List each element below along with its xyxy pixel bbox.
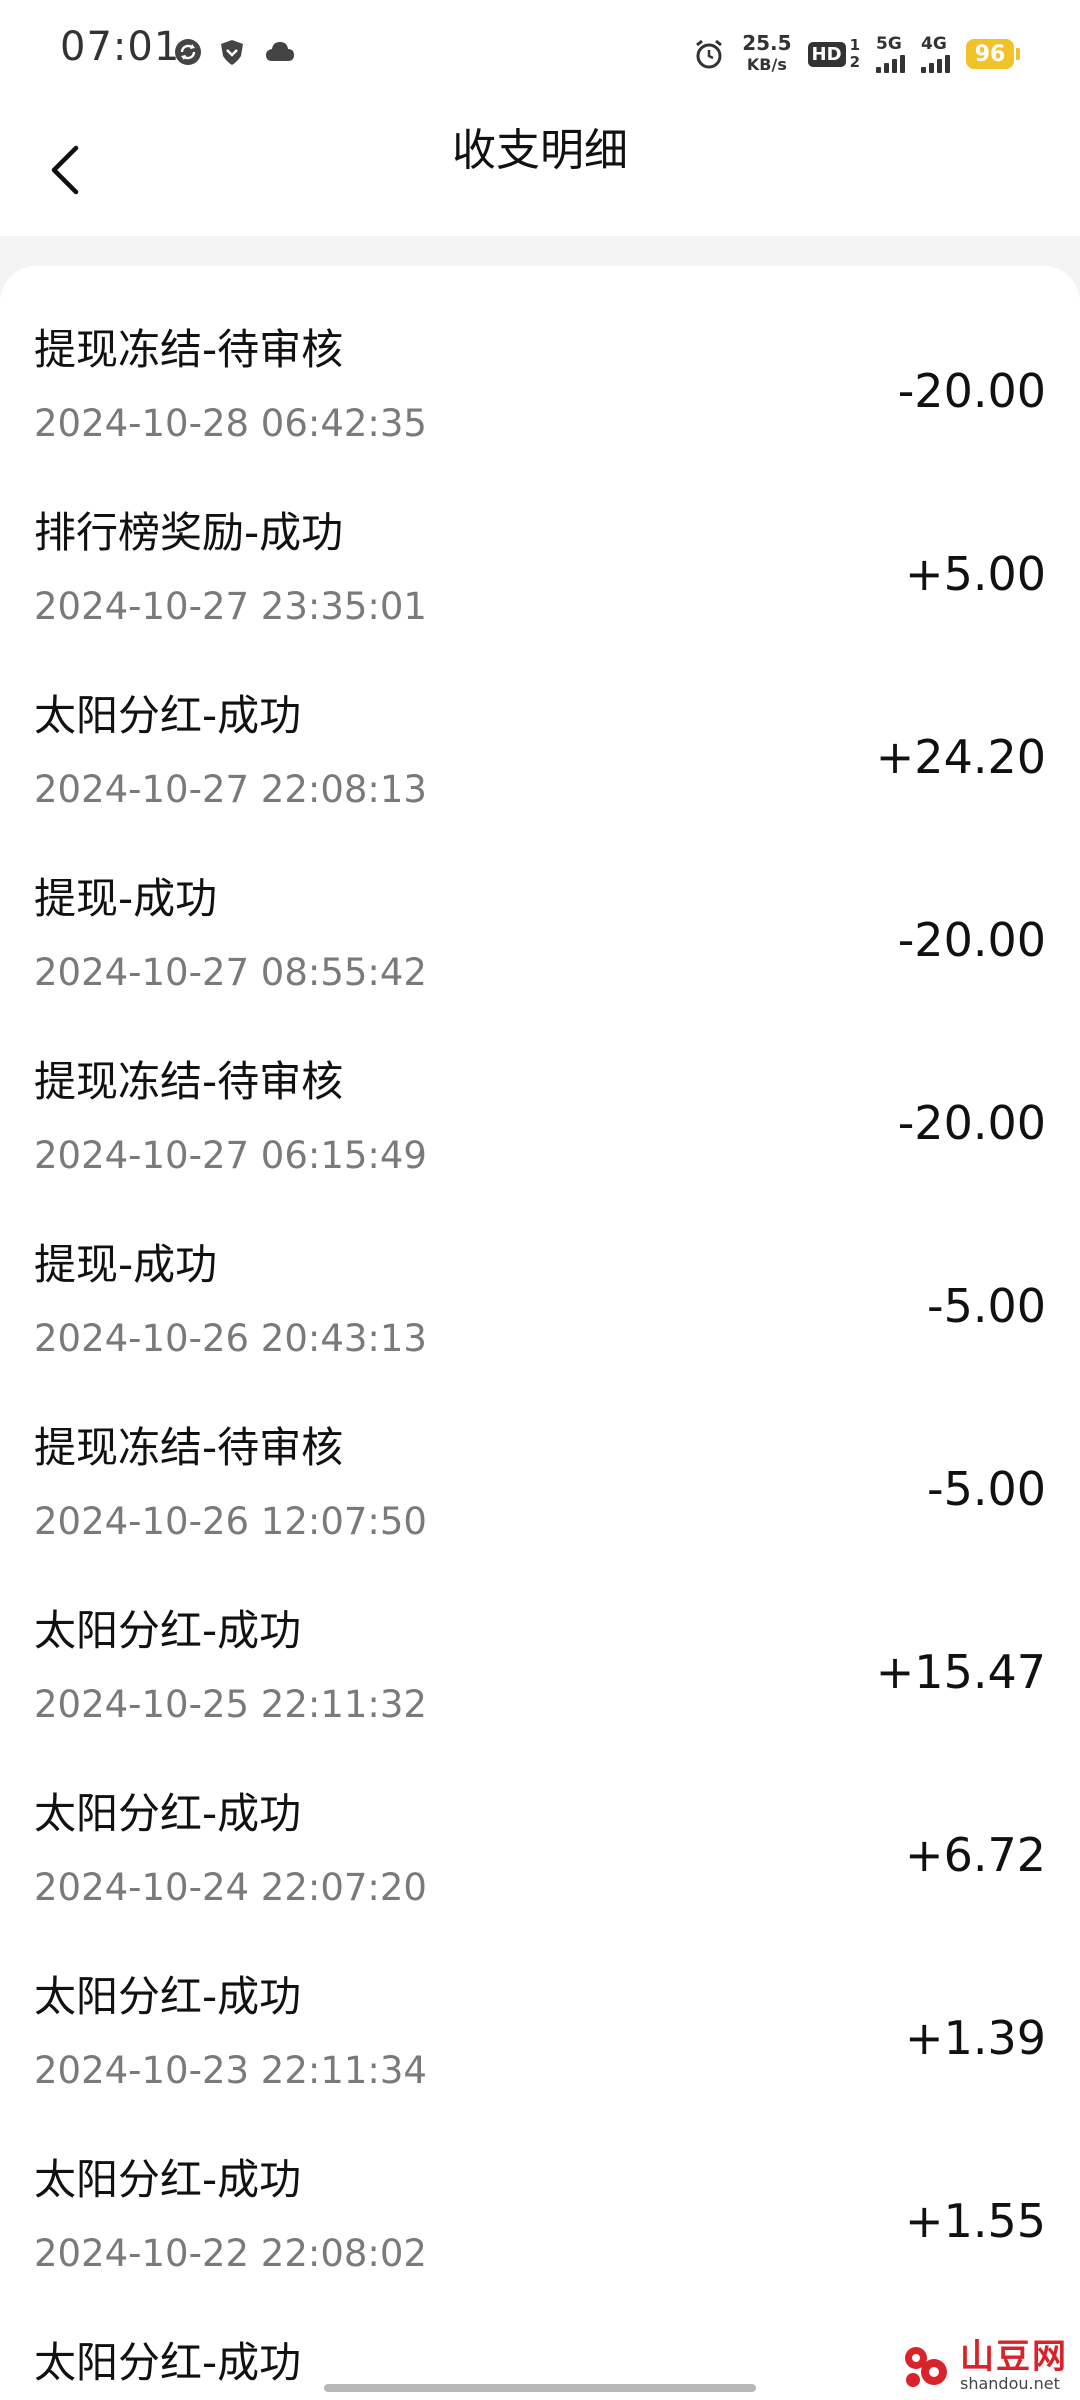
battery-level: 96 [966, 39, 1014, 69]
transaction-time: 2024-10-27 08:55:42 [34, 951, 427, 994]
signal-bars-icon [921, 53, 950, 73]
transaction-row[interactable]: 太阳分红-成功 2024-10-27 22:08:13 +24.20 [0, 686, 1080, 869]
signal-bars-icon [876, 53, 905, 73]
sim2-label: 2 [849, 53, 860, 71]
sync-icon [172, 36, 204, 68]
status-bar: 07:01 25.5 KB/s HD 1 2 5G 4G 96 [0, 0, 1080, 104]
transaction-amount: +1.39 [905, 2011, 1046, 2065]
transaction-title: 太阳分红-成功 [34, 691, 302, 740]
transaction-amount: -20.00 [897, 913, 1046, 967]
transaction-row[interactable]: 太阳分红-成功 2024-10-24 22:07:20 +6.72 [0, 1784, 1080, 1967]
transaction-title: 提现冻结-待审核 [34, 1423, 344, 1472]
transaction-amount: +24.20 [875, 730, 1046, 784]
network-speed-unit: KB/s [746, 55, 787, 74]
transaction-time: 2024-10-26 20:43:13 [34, 1317, 427, 1360]
signal-4g-label: 4G [921, 34, 947, 54]
status-time: 07:01 [60, 24, 181, 70]
signal-5g: 5G [876, 35, 905, 73]
watermark-logo-icon [898, 2338, 954, 2394]
transaction-time: 2024-10-27 22:08:13 [34, 768, 427, 811]
transaction-title: 提现-成功 [34, 1240, 218, 1289]
sim1-label: 1 [849, 36, 860, 54]
battery-tip [1016, 48, 1020, 60]
shield-icon [216, 36, 248, 68]
transaction-title: 太阳分红-成功 [34, 2155, 302, 2204]
signal-4g: 4G [921, 35, 950, 73]
transaction-title: 提现冻结-待审核 [34, 1057, 344, 1106]
transaction-row[interactable]: 排行榜奖励-成功 2024-10-27 23:35:01 +5.00 [0, 503, 1080, 686]
transaction-title: 提现-成功 [34, 874, 218, 923]
transaction-row[interactable]: 太阳分红-成功 2024-10-25 22:11:32 +15.47 [0, 1601, 1080, 1784]
transaction-list-card[interactable]: 提现冻结-待审核 2024-10-28 06:42:35 -20.00 排行榜奖… [0, 266, 1080, 2400]
transaction-amount: -20.00 [897, 364, 1046, 418]
transaction-amount: -20.00 [897, 1096, 1046, 1150]
page-header: 收支明细 [0, 104, 1080, 236]
network-speed: 25.5 KB/s [742, 32, 791, 76]
transaction-title: 太阳分红-成功 [34, 1606, 302, 1655]
transaction-time: 2024-10-25 22:11:32 [34, 1683, 427, 1726]
transaction-amount: +15.47 [875, 1645, 1046, 1699]
transaction-time: 2024-10-27 06:15:49 [34, 1134, 427, 1177]
alarm-icon [692, 37, 726, 71]
transaction-title: 太阳分红-成功 [34, 2338, 302, 2387]
page-title: 收支明细 [452, 125, 628, 176]
transaction-row[interactable]: 提现冻结-待审核 2024-10-28 06:42:35 -20.00 [0, 320, 1080, 503]
transaction-title: 提现冻结-待审核 [34, 325, 344, 374]
hd-voice-badge: HD 1 2 [807, 36, 860, 71]
status-indicators: 25.5 KB/s HD 1 2 5G 4G 96 [692, 26, 1020, 82]
transaction-amount: +1.55 [905, 2194, 1046, 2248]
transaction-time: 2024-10-27 23:35:01 [34, 585, 427, 628]
signal-5g-label: 5G [876, 34, 902, 54]
watermark-text-cn: 山豆网 [960, 2337, 1068, 2377]
transaction-amount: +6.72 [905, 1828, 1046, 1882]
transaction-row[interactable]: 提现-成功 2024-10-26 20:43:13 -5.00 [0, 1235, 1080, 1418]
transaction-time: 2024-10-23 22:11:34 [34, 2049, 427, 2092]
transaction-title: 太阳分红-成功 [34, 1789, 302, 1838]
transaction-row[interactable]: 提现-成功 2024-10-27 08:55:42 -20.00 [0, 869, 1080, 1052]
network-speed-value: 25.5 [742, 31, 792, 55]
transaction-time: 2024-10-24 22:07:20 [34, 1866, 427, 1909]
hd-label: HD [807, 41, 846, 67]
transaction-amount: +5.00 [905, 547, 1046, 601]
transaction-time: 2024-10-22 22:08:02 [34, 2232, 427, 2275]
transaction-amount: -5.00 [926, 1462, 1046, 1516]
transaction-list[interactable]: 提现冻结-待审核 2024-10-28 06:42:35 -20.00 排行榜奖… [0, 266, 1080, 2400]
transaction-time: 2024-10-26 12:07:50 [34, 1500, 427, 1543]
transaction-row[interactable]: 提现冻结-待审核 2024-10-27 06:15:49 -20.00 [0, 1052, 1080, 1235]
transaction-row[interactable]: 提现冻结-待审核 2024-10-26 12:07:50 -5.00 [0, 1418, 1080, 1601]
watermark-text-en: shandou.net [960, 2374, 1060, 2393]
transaction-row[interactable]: 太阳分红-成功 2024-10-22 22:08:02 +1.55 [0, 2150, 1080, 2333]
site-watermark: 山豆网 shandou.net [898, 2336, 1074, 2396]
transaction-row[interactable]: 太阳分红-成功 2024-10-23 22:11:34 +1.39 [0, 1967, 1080, 2150]
transaction-title: 太阳分红-成功 [34, 1972, 302, 2021]
home-indicator[interactable] [324, 2384, 756, 2392]
battery-indicator: 96 [966, 39, 1020, 69]
cloud-icon [262, 36, 298, 68]
transaction-time: 2024-10-28 06:42:35 [34, 402, 427, 445]
transaction-title: 排行榜奖励-成功 [34, 508, 344, 557]
transaction-amount: -5.00 [926, 1279, 1046, 1333]
